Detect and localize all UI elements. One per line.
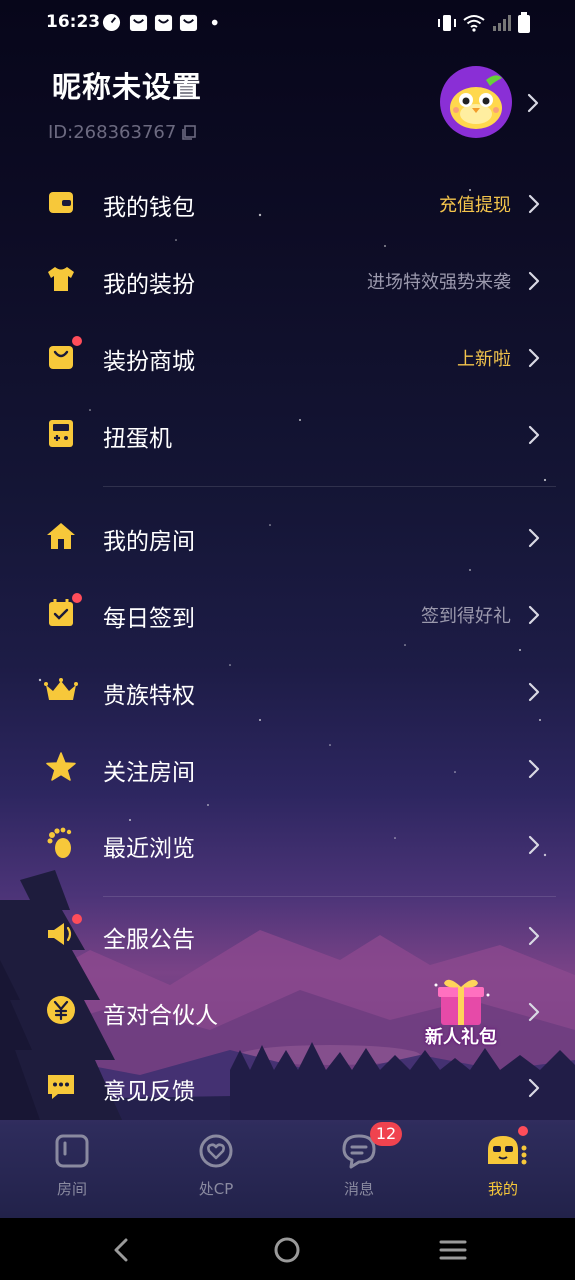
me-tab-dot-badge (518, 1126, 528, 1136)
crown-icon (44, 678, 78, 700)
profile-chevron-right-icon[interactable] (526, 92, 540, 114)
home-button-icon[interactable] (272, 1235, 302, 1265)
menu-item-feedback[interactable]: 意见反馈 (0, 1050, 575, 1126)
new-dot-badge (72, 593, 82, 603)
menu-item-daily-checkin[interactable]: 每日签到 签到得好礼 (0, 577, 575, 653)
menu-label: 关注房间 (103, 760, 195, 786)
avatar-mascot-icon (450, 75, 502, 129)
menu-label: 最近浏览 (103, 836, 195, 862)
chevron-right-icon (528, 605, 540, 625)
tab-rooms[interactable]: 房间 (27, 1132, 117, 1199)
menu-item-gacha[interactable]: 扭蛋机 (0, 397, 575, 473)
app-notification-icon (102, 13, 121, 32)
chevron-right-icon (528, 1002, 540, 1022)
chevron-right-icon (528, 835, 540, 855)
profile-header[interactable]: 昵称未设置 ID:268363767 (0, 48, 575, 160)
menu-label: 音对合伙人 (103, 1003, 218, 1029)
menu-item-followed-rooms[interactable]: 关注房间 (0, 731, 575, 807)
section-divider (103, 896, 556, 897)
status-time: 16:23 (46, 12, 101, 32)
chevron-right-icon (528, 194, 540, 214)
menu-subtitle: 签到得好礼 (421, 606, 511, 627)
chevron-right-icon (528, 926, 540, 946)
chevron-right-icon (528, 1078, 540, 1098)
more-notifications-dot-icon (211, 19, 218, 26)
battery-icon (518, 12, 530, 33)
shopping-notification-icon (129, 14, 148, 32)
menu-label: 意见反馈 (103, 1079, 195, 1105)
menu-item-my-room[interactable]: 我的房间 (0, 500, 575, 576)
menu-subtitle: 进场特效强势来袭 (367, 272, 511, 293)
star-icon (46, 752, 76, 781)
new-dot-badge (72, 336, 82, 346)
mascot-face-icon (488, 1136, 527, 1165)
back-icon[interactable] (106, 1235, 136, 1265)
footprint-icon (47, 827, 72, 858)
menu-item-noble-privileges[interactable]: 贵族特权 (0, 654, 575, 730)
user-id-text: ID:268363767 (48, 122, 177, 143)
menu-label: 我的房间 (103, 529, 195, 555)
new-dot-badge (72, 914, 82, 924)
menu-item-outfit[interactable]: 我的装扮 进场特效强势来袭 (0, 243, 575, 319)
menu-subtitle: 上新啦 (457, 349, 511, 370)
signal-icon (493, 15, 511, 31)
chevron-right-icon (528, 348, 540, 368)
tshirt-icon (48, 267, 74, 291)
home-icon (47, 523, 75, 549)
menu-label: 贵族特权 (103, 683, 195, 709)
menu-item-announcement[interactable]: 全服公告 (0, 898, 575, 974)
shopping-notification-icon-2 (154, 14, 173, 32)
tab-label: 消息 (343, 1180, 374, 1198)
nickname[interactable]: 昵称未设置 (52, 64, 202, 106)
chevron-right-icon (528, 528, 540, 548)
system-status-icons (437, 12, 531, 34)
menu-label: 我的钱包 (103, 195, 195, 221)
recents-menu-icon[interactable] (438, 1235, 468, 1265)
yuan-coin-icon (47, 996, 75, 1024)
system-navigation-bar (0, 1218, 575, 1280)
gift-label: 新人礼包 (425, 1027, 497, 1048)
tab-cp[interactable]: 处CP (171, 1132, 261, 1199)
vibrate-icon (438, 15, 456, 31)
chevron-right-icon (528, 425, 540, 445)
menu-item-mall[interactable]: 装扮商城 上新啦 (0, 320, 575, 396)
tab-label: 我的 (487, 1180, 518, 1198)
menu-label: 我的装扮 (103, 272, 195, 298)
newcomer-gift-button[interactable]: 新人礼包 (416, 975, 506, 1050)
gacha-machine-icon (49, 420, 73, 447)
wallet-icon (49, 192, 73, 213)
chevron-right-icon (528, 759, 540, 779)
menu-label: 扭蛋机 (103, 426, 172, 452)
menu-label: 全服公告 (103, 927, 195, 953)
shopping-notification-icon-3 (179, 14, 198, 32)
tab-label: 房间 (56, 1180, 87, 1198)
menu-item-recently-viewed[interactable]: 最近浏览 (0, 807, 575, 883)
bottom-tab-bar: 房间 处CP 消息 12 我的 (0, 1118, 575, 1218)
chevron-right-icon (528, 682, 540, 702)
heart-chat-icon (199, 1134, 233, 1168)
user-id[interactable]: ID:268363767 (48, 122, 197, 143)
copy-icon[interactable] (182, 125, 197, 140)
unread-count-badge: 12 (370, 1122, 402, 1146)
tab-me[interactable]: 我的 (458, 1132, 548, 1199)
wifi-icon (463, 15, 485, 32)
chevron-right-icon (528, 271, 540, 291)
menu-item-wallet[interactable]: 我的钱包 充值提现 (0, 166, 575, 242)
status-bar: 16:23 (0, 0, 575, 48)
tab-label: 处CP (198, 1180, 234, 1198)
gift-box-icon (434, 979, 490, 1025)
menu-label: 每日签到 (103, 606, 195, 632)
rooms-tab-icon (55, 1134, 89, 1168)
chat-dots-icon (48, 1075, 74, 1099)
menu-label: 装扮商城 (103, 349, 195, 375)
menu-subtitle: 充值提现 (439, 195, 511, 216)
section-divider (103, 486, 556, 487)
avatar[interactable] (440, 66, 512, 138)
